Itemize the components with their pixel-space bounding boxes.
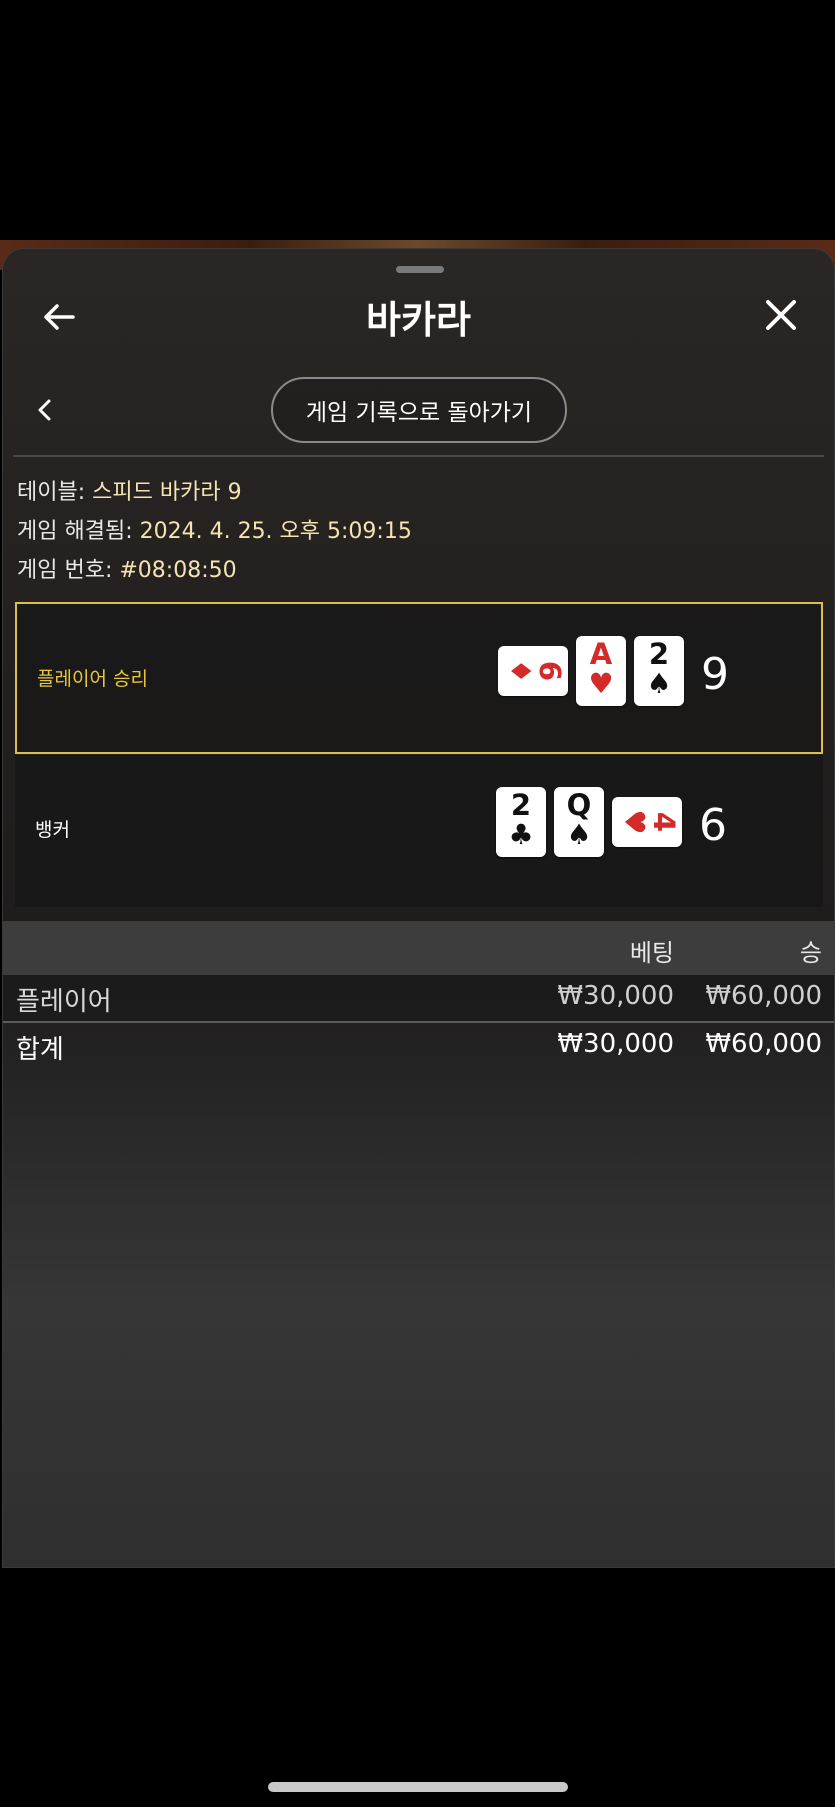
card-suit-icon: ♠ [646,667,672,700]
game-number-info: 게임 번호: #08:08:50 [17,552,237,584]
row-bet: ₩30,000 [557,981,674,1011]
playing-card: 6 ♦ [498,646,568,696]
card-suit-icon: ♣ [508,818,534,851]
player-score: 9 [701,649,729,700]
card-suit-icon: ♥ [588,667,614,700]
card-rank: 6 [533,660,567,682]
table-label: 테이블: [17,480,86,505]
total-win: ₩60,000 [705,1029,822,1059]
resolved-info: 게임 해결됨: 2024. 4. 25. 오후 5:09:15 [17,513,412,545]
banker-result-row: 뱅커 2 ♣ Q ♠ 4 ♥ 6 [15,755,823,907]
banker-score: 6 [699,800,727,851]
player-win-label: 플레이어 승리 [37,668,148,690]
card-suit-icon: ♦ [504,658,537,684]
banker-label: 뱅커 [35,819,70,841]
win-column-header: 승 [799,939,822,967]
home-indicator[interactable] [268,1782,568,1792]
page-title: 바카라 [366,298,471,342]
bets-table-header: 베팅 승 [3,921,834,975]
resolved-value: 2024. 4. 25. 오후 5:09:15 [139,519,412,544]
player-result-row: 플레이어 승리 6 ♦ A ♥ 2 ♠ 9 [15,602,823,754]
bet-column-header: 베팅 [629,939,674,967]
resolved-label: 게임 해결됨: [17,519,133,544]
card-rank: 2 [648,637,670,671]
game-number-value: #08:08:50 [119,558,237,583]
back-to-history-button[interactable]: 게임 기록으로 돌아가기 [271,377,567,443]
card-suit-icon: ♠ [566,818,592,851]
playing-card: 2 ♣ [496,787,546,857]
card-rank: Q [566,788,592,822]
divider [13,455,824,457]
playing-card: A ♥ [576,636,626,706]
table-row: 플레이어 ₩30,000 ₩60,000 [3,975,834,1021]
table-info: 테이블: 스피드 바카라 9 [17,474,242,506]
game-detail-sheet: 바카라 게임 기록으로 돌아가기 테이블: 스피드 바카라 9 게임 해결됨: … [2,248,835,1568]
game-number-label: 게임 번호: [17,558,113,583]
total-row: 합계 ₩30,000 ₩60,000 [3,1023,834,1069]
close-icon[interactable] [761,295,801,335]
total-bet: ₩30,000 [557,1029,674,1059]
total-name: 합계 [16,1035,64,1065]
card-suit-icon: ♥ [618,809,651,835]
playing-card: Q ♠ [554,787,604,857]
drag-handle[interactable] [396,266,444,273]
card-rank: A [589,637,613,671]
card-rank: 4 [647,811,681,833]
playing-card: 2 ♠ [634,636,684,706]
row-win: ₩60,000 [705,981,822,1011]
playing-card: 4 ♥ [612,797,682,847]
table-value: 스피드 바카라 9 [92,480,242,505]
card-rank: 2 [510,788,532,822]
chevron-left-icon[interactable] [31,393,59,427]
row-name: 플레이어 [16,987,112,1017]
